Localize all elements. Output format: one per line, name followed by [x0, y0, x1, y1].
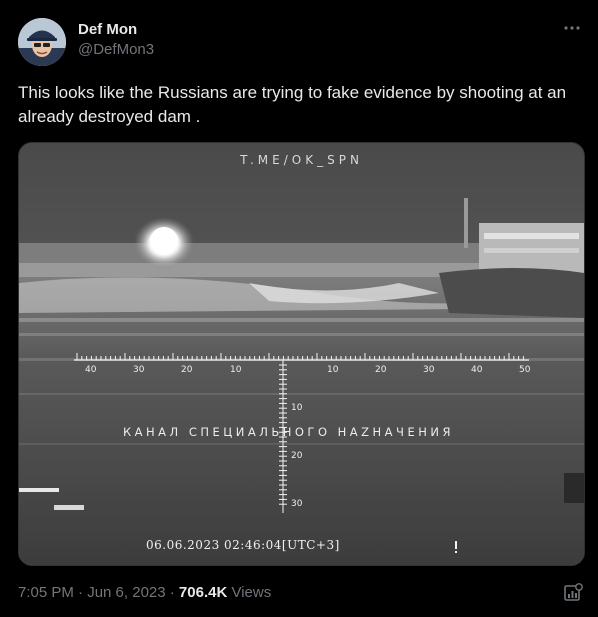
h-scale-label: 40: [471, 365, 483, 375]
channel-caption: КАНАЛ СПЕЦИАЛЬНОГО НАZНАЧЕНИЯ: [123, 425, 454, 439]
analytics-icon[interactable]: [562, 582, 584, 604]
media-watermark: T.ME/OK_SPN: [240, 153, 363, 167]
h-scale-label: 40: [85, 365, 97, 375]
author-handle[interactable]: @DefMon3: [78, 41, 154, 58]
video-timestamp: 06.06.2023 02:46:04[UTC+3]: [146, 538, 340, 552]
tweet-text: This looks like the Russians are trying …: [18, 83, 567, 126]
v-scale-label: 10: [291, 403, 303, 413]
video-marker-icon: [455, 541, 457, 553]
tweet-time[interactable]: 7:05 PM · Jun 6, 2023 ·: [18, 584, 179, 601]
author-name[interactable]: Def Mon: [78, 21, 137, 38]
avatar[interactable]: [18, 18, 66, 66]
v-scale-label: 20: [291, 451, 303, 461]
views-count: 706.4K: [178, 584, 228, 601]
h-scale-label: 20: [181, 365, 193, 375]
h-scale-label: 50: [519, 365, 531, 375]
h-scale-label: 30: [423, 365, 435, 375]
more-icon[interactable]: [562, 20, 582, 38]
tweet-media-video[interactable]: T.ME/OK_SPN КАНАЛ СПЕЦИАЛЬНОГО НАZНАЧЕНИ…: [18, 142, 585, 566]
avatar-image: [18, 18, 66, 66]
h-scale-label: 30: [133, 365, 145, 375]
h-scale-label: 10: [230, 365, 242, 375]
h-scale-label: 20: [375, 365, 387, 375]
tweet-meta: 7:05 PM · Jun 6, 2023 · 706.4K Views: [18, 584, 271, 601]
h-scale-label: 10: [327, 365, 339, 375]
v-scale-label: 30: [291, 499, 303, 509]
views-label: Views: [227, 584, 272, 601]
